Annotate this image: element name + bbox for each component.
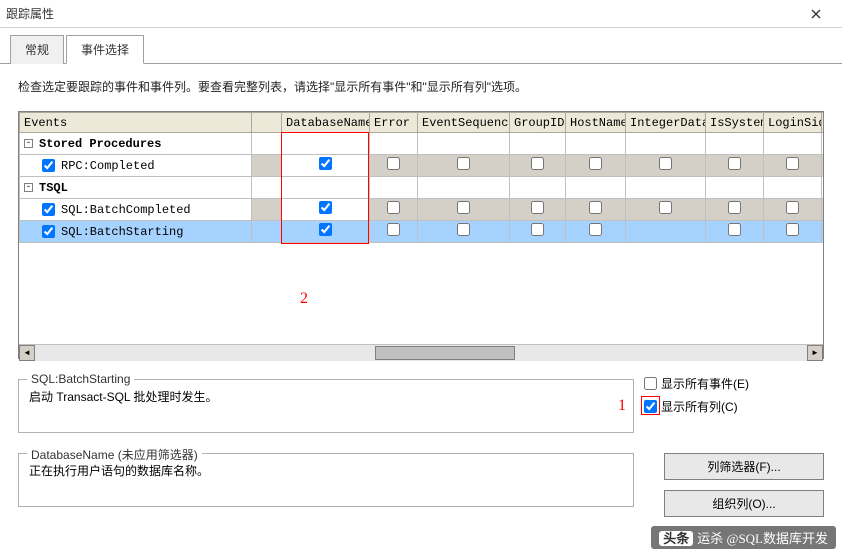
header-dbname[interactable]: DatabaseName — [282, 113, 370, 133]
cell-checkbox[interactable] — [786, 223, 799, 236]
scroll-left-icon[interactable]: ◄ — [19, 345, 35, 361]
header-events[interactable]: Events — [20, 113, 252, 133]
scroll-right-icon[interactable]: ► — [807, 345, 823, 361]
watermark-badge: 头条 — [659, 531, 693, 546]
cell-checkbox[interactable] — [589, 223, 602, 236]
desc-legend: SQL:BatchStarting — [27, 372, 134, 386]
tab-bar: 常规 事件选择 — [0, 28, 842, 64]
annotation-number-1: 1 — [618, 397, 626, 415]
cell-checkbox[interactable] — [659, 157, 672, 170]
event-checkbox[interactable] — [42, 225, 55, 238]
header-error[interactable]: Error — [370, 113, 418, 133]
event-label: SQL:BatchStarting — [61, 225, 183, 239]
desc-text: 启动 Transact-SQL 批处理时发生。 — [29, 388, 623, 405]
cell-checkbox[interactable] — [589, 201, 602, 214]
header-groupid[interactable]: GroupID — [510, 113, 566, 133]
cell-checkbox[interactable] — [387, 201, 400, 214]
watermark-text: 运杀 @SQL数据库开发 — [697, 531, 828, 546]
group-stored-procedures[interactable]: -Stored Procedures — [20, 133, 824, 155]
header-blank[interactable] — [252, 113, 282, 133]
cell-checkbox[interactable] — [786, 157, 799, 170]
annotation-number-2: 2 — [300, 290, 308, 308]
show-all-events-label: 显示所有事件(E) — [661, 375, 749, 392]
column-filter-button[interactable]: 列筛选器(F)... — [664, 453, 824, 480]
annotation-box-1 — [641, 396, 660, 415]
cell-checkbox[interactable] — [387, 223, 400, 236]
cell-checkbox[interactable] — [319, 157, 332, 170]
window-title: 跟踪属性 — [6, 5, 796, 22]
close-icon — [811, 9, 821, 19]
header-nt[interactable]: NT — [822, 113, 824, 133]
scroll-track[interactable] — [35, 345, 807, 361]
group-label: Stored Procedures — [39, 137, 161, 151]
scroll-thumb[interactable] — [375, 346, 515, 360]
cell-checkbox[interactable] — [786, 201, 799, 214]
expander-icon[interactable]: - — [24, 139, 33, 148]
column-description-box: DatabaseName (未应用筛选器) 正在执行用户语句的数据库名称。 — [18, 453, 634, 507]
filter-text: 正在执行用户语句的数据库名称。 — [29, 462, 623, 479]
event-checkbox[interactable] — [42, 203, 55, 216]
cell-checkbox[interactable] — [531, 223, 544, 236]
show-all-events-checkbox[interactable] — [644, 377, 657, 390]
cell-checkbox[interactable] — [728, 157, 741, 170]
cell-checkbox[interactable] — [659, 201, 672, 214]
close-button[interactable] — [796, 0, 836, 28]
instruction-text: 检查选定要跟踪的事件和事件列。要查看完整列表，请选择"显示所有事件"和"显示所有… — [18, 78, 824, 95]
event-checkbox[interactable] — [42, 159, 55, 172]
show-all-cols-label: 显示所有列(C) — [661, 398, 738, 415]
tab-general[interactable]: 常规 — [10, 35, 64, 64]
cell-checkbox[interactable] — [728, 223, 741, 236]
cell-checkbox[interactable] — [457, 223, 470, 236]
filter-legend: DatabaseName (未应用筛选器) — [27, 446, 202, 463]
row-batch-starting[interactable]: SQL:BatchStarting — [20, 221, 824, 243]
event-description-box: SQL:BatchStarting 启动 Transact-SQL 批处理时发生… — [18, 379, 634, 433]
cell-checkbox[interactable] — [319, 223, 332, 236]
cell-checkbox[interactable] — [457, 157, 470, 170]
expander-icon[interactable]: - — [24, 183, 33, 192]
cell-checkbox[interactable] — [728, 201, 741, 214]
cell-checkbox[interactable] — [387, 157, 400, 170]
cell-checkbox[interactable] — [531, 157, 544, 170]
event-label: RPC:Completed — [61, 159, 155, 173]
organize-columns-button[interactable]: 组织列(O)... — [664, 490, 824, 517]
event-label: SQL:BatchCompleted — [61, 203, 191, 217]
cell-checkbox[interactable] — [531, 201, 544, 214]
watermark: 头条运杀 @SQL数据库开发 — [651, 526, 836, 549]
horizontal-scrollbar[interactable]: ◄ ► — [19, 344, 823, 360]
header-intdata[interactable]: IntegerData — [626, 113, 706, 133]
events-grid: Events DatabaseName Error EventSequence … — [18, 111, 824, 359]
header-hostname[interactable]: HostName — [566, 113, 626, 133]
cell-checkbox[interactable] — [457, 201, 470, 214]
cell-checkbox[interactable] — [319, 201, 332, 214]
row-rpc-completed[interactable]: RPC:Completed — [20, 155, 824, 177]
header-loginsid[interactable]: LoginSid — [764, 113, 822, 133]
header-issystem[interactable]: IsSystem — [706, 113, 764, 133]
group-label: TSQL — [39, 181, 68, 195]
group-tsql[interactable]: -TSQL — [20, 177, 824, 199]
header-eventseq[interactable]: EventSequence — [418, 113, 510, 133]
row-batch-completed[interactable]: SQL:BatchCompleted — [20, 199, 824, 221]
cell-checkbox[interactable] — [589, 157, 602, 170]
tab-events[interactable]: 事件选择 — [66, 35, 144, 64]
